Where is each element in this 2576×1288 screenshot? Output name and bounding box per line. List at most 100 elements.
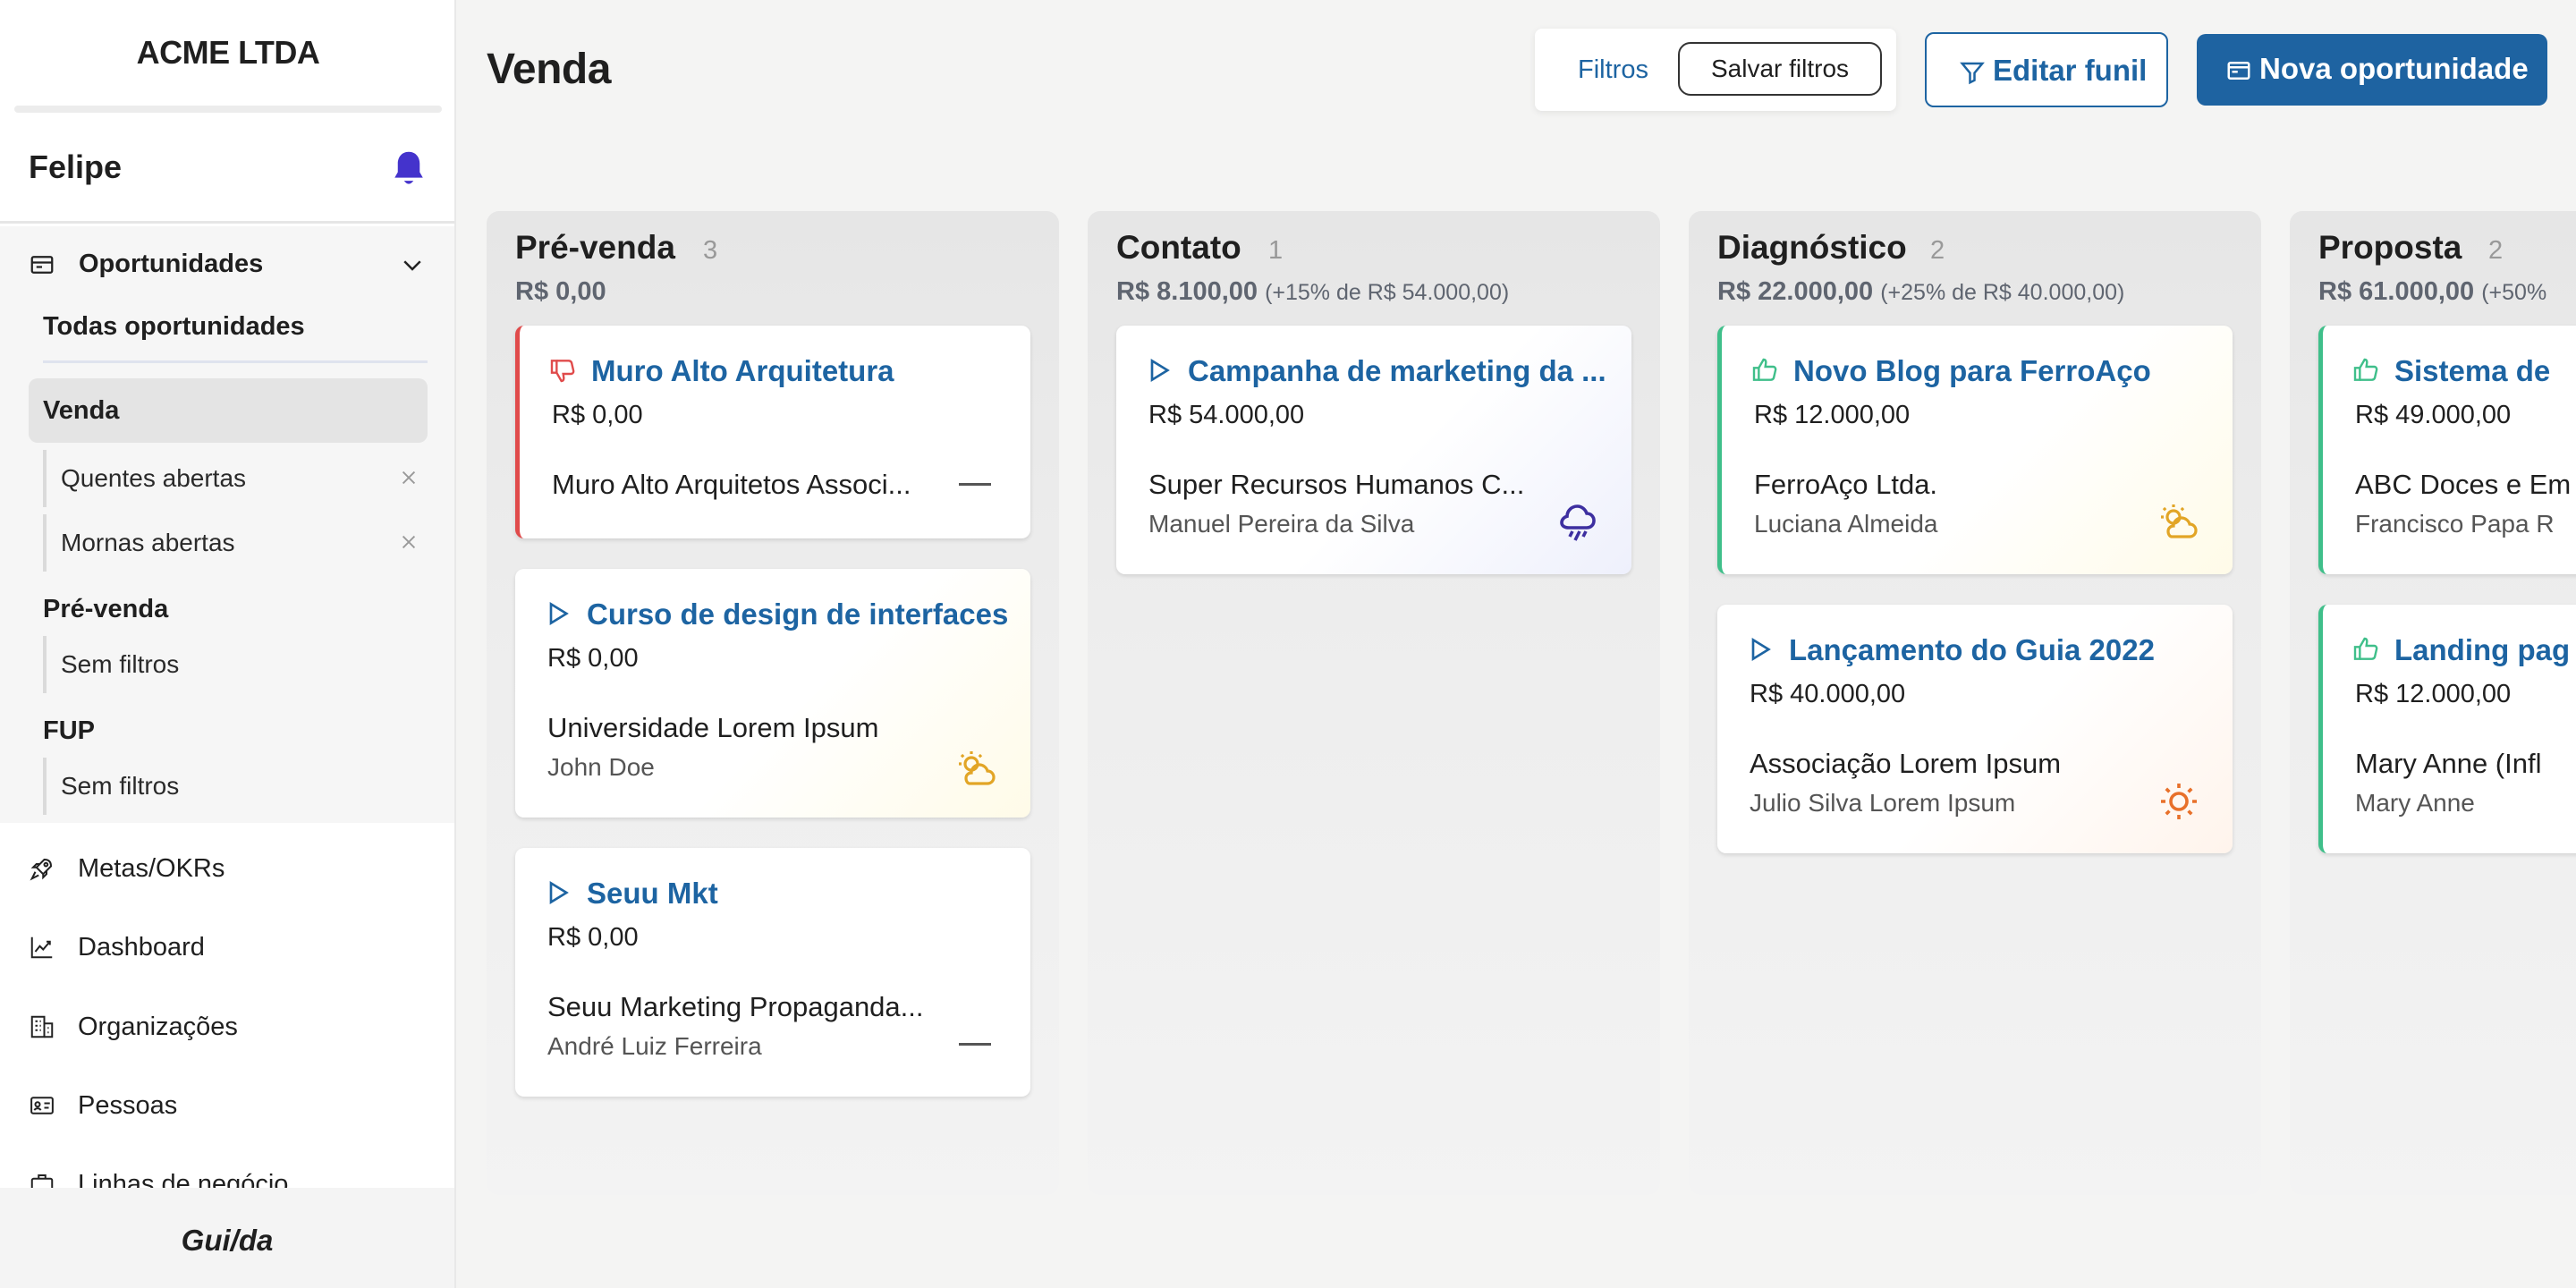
card-title[interactable]: Lançamento do Guia 2022: [1789, 633, 2155, 667]
no-temperature-icon: [959, 483, 991, 486]
new-opportunity-button[interactable]: Nova oportunidade: [2197, 34, 2547, 106]
thumbs-up-icon: [2353, 637, 2378, 660]
column-count: 3: [703, 236, 718, 265]
play-icon: [549, 601, 569, 626]
close-icon[interactable]: [399, 532, 419, 552]
nav-pessoas[interactable]: Pessoas: [29, 1080, 431, 1133]
card-person: André Luiz Ferreira: [547, 1032, 762, 1060]
opportunity-card[interactable]: Curso de design de interfaces R$ 0,00 Un…: [515, 569, 1030, 818]
card-value: R$ 54.000,00: [1148, 401, 1305, 429]
play-icon: [1150, 358, 1170, 383]
card-value: R$ 12.000,00: [1754, 401, 1911, 429]
column-total: R$ 8.100,00 (+15% de R$ 54.000,00): [1116, 277, 1509, 307]
opportunity-card[interactable]: Landing pag R$ 12.000,00 Mary Anne (Infl…: [2318, 605, 2576, 853]
close-icon[interactable]: [399, 468, 419, 487]
card-title[interactable]: Novo Blog para FerroAço: [1793, 354, 2151, 388]
card-title[interactable]: Seuu Mkt: [587, 877, 718, 911]
company-divider: [14, 106, 442, 113]
opportunity-card[interactable]: Novo Blog para FerroAço R$ 12.000,00 Fer…: [1717, 326, 2233, 574]
filter-item-sem-filtros[interactable]: Sem filtros: [43, 758, 428, 815]
partly-sunny-icon: [959, 751, 996, 785]
card-value: R$ 40.000,00: [1750, 680, 1906, 708]
envelope-icon: [2227, 62, 2250, 80]
view-fup[interactable]: FUP: [43, 716, 95, 746]
divider: [43, 360, 428, 363]
opportunity-card[interactable]: Muro Alto Arquitetura R$ 0,00 Muro Alto …: [515, 326, 1030, 538]
company-name: ACME LTDA: [136, 34, 320, 71]
user-name[interactable]: Felipe: [29, 148, 122, 186]
filter-item-sem-filtros[interactable]: Sem filtros: [43, 636, 428, 693]
opportunity-card[interactable]: Seuu Mkt R$ 0,00 Seuu Marketing Propagan…: [515, 848, 1030, 1097]
thumbs-down-icon: [550, 360, 575, 383]
view-venda-label: Venda: [43, 396, 120, 425]
edit-funnel-button[interactable]: Editar funil: [1925, 32, 2168, 107]
nav-metas-okrs[interactable]: Metas/OKRs: [29, 843, 431, 896]
view-pre-venda[interactable]: Pré-venda: [43, 595, 168, 624]
column-title: Contato: [1116, 229, 1241, 266]
card-person: Julio Silva Lorem Ipsum: [1750, 789, 2016, 817]
thumbs-up-icon: [2353, 358, 2378, 381]
column-total: R$ 0,00: [515, 277, 606, 307]
column-total-extra: (+25% de R$ 40.000,00): [1880, 280, 2125, 305]
nav-label: Metas/OKRs: [78, 854, 225, 883]
card-title[interactable]: Muro Alto Arquitetura: [591, 354, 894, 388]
opportunities-toggle[interactable]: Oportunidades: [29, 248, 431, 284]
filter-item-label: Mornas abertas: [61, 529, 235, 556]
user-row: Felipe: [0, 113, 454, 224]
edit-funnel-label: Editar funil: [1993, 54, 2148, 87]
filter-item-label: Quentes abertas: [61, 464, 247, 492]
partly-sunny-icon: [2161, 504, 2198, 538]
opportunity-card[interactable]: Lançamento do Guia 2022 R$ 40.000,00 Ass…: [1717, 605, 2233, 853]
bell-icon[interactable]: [390, 148, 428, 190]
card-title[interactable]: Landing pag: [2394, 633, 2570, 667]
column-total-value: R$ 22.000,00: [1717, 277, 1874, 306]
nav-organizacoes[interactable]: Organizações: [29, 1001, 431, 1055]
card-person: Francisco Papa R: [2355, 510, 2555, 538]
card-organization: Super Recursos Humanos C...: [1148, 469, 1525, 500]
card-organization: FerroAço Ltda.: [1754, 469, 1938, 500]
play-icon: [549, 880, 569, 905]
filters-link[interactable]: Filtros: [1578, 55, 1648, 85]
card-title[interactable]: Curso de design de interfaces: [587, 597, 1008, 631]
column-pre-venda: Pré-venda 3 R$ 0,00 Muro Alto Arquitetur…: [487, 211, 1059, 1195]
filter-item-mornas[interactable]: Mornas abertas: [43, 514, 428, 572]
chart-line-icon: [30, 936, 53, 959]
card-value: R$ 0,00: [552, 401, 643, 429]
view-venda[interactable]: Venda: [29, 378, 428, 443]
filter-item-quentes[interactable]: Quentes abertas: [43, 450, 428, 507]
chevron-down-icon[interactable]: [399, 251, 426, 278]
card-organization: Universidade Lorem Ipsum: [547, 712, 879, 743]
all-opportunities-link[interactable]: Todas oportunidades: [43, 312, 305, 342]
nav-label: Organizações: [78, 1013, 238, 1041]
nav-dashboard[interactable]: Dashboard: [29, 921, 431, 975]
no-temperature-icon: [959, 1043, 991, 1046]
column-total-value: R$ 0,00: [515, 277, 606, 306]
sidebar: ACME LTDA Felipe Oportunidades Todas opo…: [0, 0, 456, 1288]
play-icon: [1751, 637, 1771, 662]
card-value: R$ 49.000,00: [2355, 401, 2512, 429]
building-icon: [30, 1015, 54, 1038]
card-value: R$ 0,00: [547, 923, 639, 952]
filter-item-label: Sem filtros: [61, 772, 180, 800]
column-total-value: R$ 8.100,00: [1116, 277, 1258, 306]
opportunity-card[interactable]: Campanha de marketing da ... R$ 54.000,0…: [1116, 326, 1631, 574]
card-organization: Mary Anne (Infl: [2355, 748, 2542, 779]
card-title[interactable]: Sistema de: [2394, 354, 2550, 388]
card-organization: Seuu Marketing Propaganda...: [547, 991, 924, 1022]
card-person: Luciana Almeida: [1754, 510, 1938, 538]
card-organization: ABC Doces e Em: [2355, 469, 2572, 500]
column-count: 1: [1268, 236, 1284, 265]
card-value: R$ 0,00: [547, 644, 639, 673]
card-person: Manuel Pereira da Silva: [1148, 510, 1415, 538]
card-person: John Doe: [547, 753, 655, 781]
opportunities-label: Oportunidades: [79, 250, 264, 278]
page-title: Venda: [487, 46, 611, 93]
opportunity-card[interactable]: Sistema de R$ 49.000,00 ABC Doces e Em F…: [2318, 326, 2576, 574]
save-filters-button[interactable]: Salvar filtros: [1678, 42, 1882, 96]
brand-logo: Gui/da: [181, 1224, 274, 1257]
filter-icon: [1960, 62, 1985, 85]
rocket-icon: [30, 858, 53, 881]
nav-label: Pessoas: [78, 1091, 178, 1120]
column-total-extra: (+15% de R$ 54.000,00): [1265, 280, 1510, 305]
card-title[interactable]: Campanha de marketing da ...: [1188, 354, 1606, 388]
